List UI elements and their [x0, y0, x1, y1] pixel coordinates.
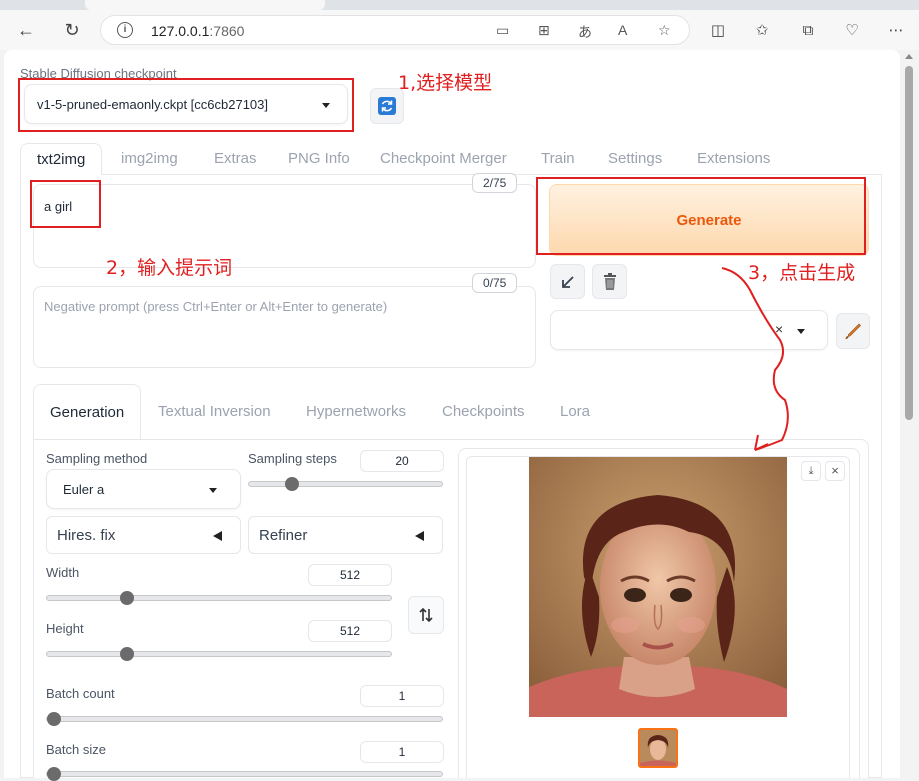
- height-label: Height: [46, 621, 84, 636]
- collapse-arrow-icon: [415, 531, 424, 541]
- annotation-box-prompt: [30, 180, 101, 228]
- tab-hypernetworks[interactable]: Hypernetworks: [306, 384, 406, 440]
- sampling-steps-slider[interactable]: [248, 477, 443, 491]
- slider-knob[interactable]: [120, 591, 134, 605]
- main-tabs: txt2img img2img Extras PNG Info Checkpoi…: [20, 143, 882, 175]
- swap-arrows-icon: [419, 607, 433, 623]
- batch-count-input[interactable]: 1: [360, 685, 444, 707]
- back-icon[interactable]: ←: [14, 18, 38, 42]
- batch-count-slider[interactable]: [46, 712, 443, 726]
- url-text: 127.0.0.1:7860: [151, 23, 245, 39]
- chevron-down-icon: [209, 488, 217, 493]
- split-screen-icon[interactable]: ◫: [706, 18, 730, 42]
- negative-prompt-input[interactable]: [33, 286, 536, 368]
- tab-extensions[interactable]: Extensions: [697, 143, 770, 175]
- tab-png-info[interactable]: PNG Info: [288, 143, 350, 175]
- extensions-icon[interactable]: ♡: [840, 18, 864, 42]
- page-scrollbar[interactable]: [900, 50, 919, 778]
- annotation-box-model: [18, 78, 354, 132]
- batch-count-label: Batch count: [46, 686, 115, 701]
- arrow-down-left-icon: [561, 275, 574, 288]
- prompt-token-counter: 2/75: [472, 173, 518, 193]
- scrollbar-thumb[interactable]: [905, 66, 913, 420]
- slider-knob[interactable]: [120, 647, 134, 661]
- clear-prompt-button[interactable]: [592, 264, 627, 299]
- more-icon[interactable]: ⋯: [884, 18, 908, 42]
- portrait-image: [529, 457, 787, 717]
- tab-generation[interactable]: Generation: [33, 384, 142, 440]
- site-info-icon[interactable]: i: [117, 22, 133, 38]
- annotation-step1: 1,选择模型: [398, 72, 493, 94]
- read-aloud-icon[interactable]: A: [618, 22, 627, 38]
- hires-fix-label: Hires. fix: [57, 527, 116, 544]
- height-input[interactable]: 512: [308, 620, 392, 642]
- tab-extras[interactable]: Extras: [214, 143, 257, 175]
- sampling-steps-label: Sampling steps: [248, 451, 337, 466]
- favorite-icon[interactable]: ☆: [658, 22, 671, 39]
- width-slider[interactable]: [46, 591, 392, 605]
- generated-image[interactable]: [529, 457, 787, 717]
- tab-img2img[interactable]: img2img: [121, 143, 178, 175]
- batch-size-slider[interactable]: [46, 767, 443, 781]
- download-icon[interactable]: ⤓: [801, 461, 821, 481]
- apps-icon[interactable]: ⊞: [538, 22, 550, 39]
- sampling-method-value: Euler a: [63, 482, 105, 497]
- translate-icon[interactable]: あ: [578, 22, 592, 42]
- width-label: Width: [46, 565, 80, 580]
- browser-active-tab[interactable]: [85, 0, 325, 10]
- refresh-icon: [378, 97, 396, 115]
- scroll-up-arrow-icon: [905, 54, 913, 59]
- tab-checkpoint-merger[interactable]: Checkpoint Merger: [380, 143, 507, 175]
- reload-icon[interactable]: ↻: [60, 18, 84, 42]
- tab-settings[interactable]: Settings: [608, 143, 662, 175]
- slider-knob[interactable]: [285, 477, 299, 491]
- annotation-step2: 2，输入提示词: [106, 257, 233, 279]
- paintbrush-icon: [845, 323, 861, 339]
- collapse-arrow-icon: [213, 531, 222, 541]
- cast-icon[interactable]: ▭: [496, 22, 509, 39]
- tab-txt2img[interactable]: txt2img: [20, 143, 103, 175]
- height-slider[interactable]: [46, 647, 392, 661]
- annotation-box-generate: [536, 177, 866, 255]
- read-params-button[interactable]: [550, 264, 585, 299]
- tab-textual-inversion[interactable]: Textual Inversion: [158, 384, 271, 440]
- tab-lora[interactable]: Lora: [560, 384, 590, 440]
- batch-size-input[interactable]: 1: [360, 741, 444, 763]
- negative-prompt-token-counter: 0/75: [472, 273, 518, 293]
- slider-knob[interactable]: [47, 767, 61, 781]
- gallery-thumbnail[interactable]: [638, 728, 678, 768]
- tab-checkpoints[interactable]: Checkpoints: [442, 384, 525, 440]
- batch-size-label: Batch size: [46, 742, 106, 757]
- slider-knob[interactable]: [47, 712, 61, 726]
- sampling-method-label: Sampling method: [46, 451, 148, 466]
- close-icon[interactable]: ×: [825, 461, 845, 481]
- refiner-label: Refiner: [259, 527, 308, 544]
- edit-styles-button[interactable]: [836, 313, 870, 349]
- collections-icon[interactable]: ⧉: [796, 18, 820, 42]
- trash-icon: [603, 272, 616, 290]
- browser-toolbar: ← ↻ i 127.0.0.1:7860 ▭ ⊞ あ A ☆ ◫ ✩ ⧉ ♡ ⋯: [0, 10, 919, 50]
- width-input[interactable]: 512: [308, 564, 392, 586]
- sampling-method-select[interactable]: Euler a: [46, 469, 241, 509]
- favorites-bar-icon[interactable]: ✩: [750, 18, 774, 42]
- browser-tab-strip: [0, 0, 919, 10]
- swap-dimensions-button[interactable]: [408, 596, 444, 634]
- tab-train[interactable]: Train: [541, 143, 575, 175]
- thumbnail-image: [640, 730, 676, 766]
- sampling-steps-input[interactable]: 20: [360, 450, 444, 472]
- annotation-arrow: [721, 267, 789, 451]
- hires-fix-toggle[interactable]: Hires. fix: [46, 516, 241, 554]
- refiner-toggle[interactable]: Refiner: [248, 516, 443, 554]
- address-bar[interactable]: i 127.0.0.1:7860 ▭ ⊞ あ A ☆: [100, 15, 690, 45]
